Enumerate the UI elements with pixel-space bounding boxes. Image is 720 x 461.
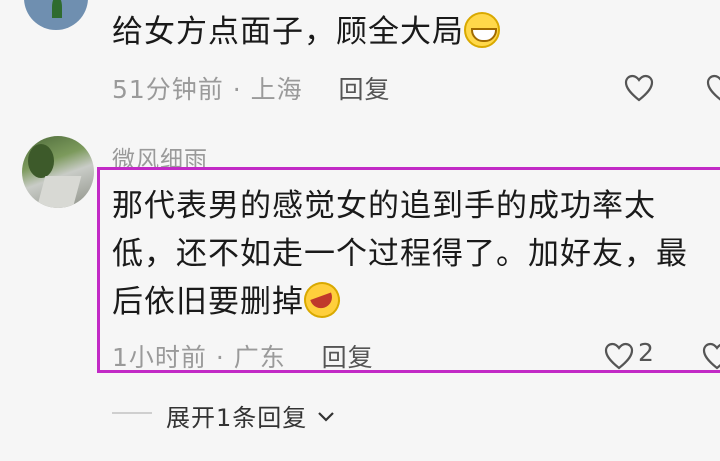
avatar[interactable]: [22, 136, 94, 208]
like-count: 2: [638, 338, 654, 367]
meta-separator: ·: [215, 343, 225, 372]
comment-line: 低，还不如走一个过程得了。加好友，最: [112, 236, 688, 272]
expand-replies-button[interactable]: 展开1条回复: [166, 398, 336, 433]
comment-text-content: 给女方点面子，顾全大局: [112, 14, 464, 50]
comment-location: 上海: [250, 75, 303, 104]
comment-time: 1小时前: [112, 343, 207, 372]
reply-button[interactable]: 回复: [338, 75, 390, 104]
avatar-tree-graphic: [28, 144, 54, 178]
meta-separator: ·: [232, 75, 242, 104]
divider: [112, 412, 152, 414]
reply-button[interactable]: 回复: [322, 343, 374, 372]
comment-meta: 51分钟前 · 上海 回复: [112, 70, 391, 106]
comment-text: 那代表男的感觉女的追到手的成功率太 低，还不如走一个过程得了。加好友，最 后依旧…: [112, 182, 720, 326]
grinning-face-emoji: [464, 12, 500, 48]
like-heart-icon[interactable]: [624, 74, 654, 102]
comment-text: 给女方点面子，顾全大局: [112, 8, 500, 56]
comment-meta: 1小时前 · 广东 回复: [112, 338, 374, 374]
avatar[interactable]: [24, 0, 88, 30]
comment-time: 51分钟前: [112, 75, 224, 104]
dislike-heart-icon[interactable]: [706, 74, 720, 102]
comment-line: 后依旧要删掉: [112, 284, 304, 320]
like-heart-icon[interactable]: [604, 342, 634, 370]
dislike-heart-icon[interactable]: [702, 342, 720, 370]
comment-line: 那代表男的感觉女的追到手的成功率太: [112, 188, 656, 224]
chevron-down-icon: [318, 412, 334, 422]
laughing-tears-emoji: [298, 276, 346, 324]
comment-location: 广东: [233, 343, 286, 372]
avatar-road-graphic: [34, 176, 82, 208]
avatar-leaf-graphic: [52, 0, 62, 18]
expand-replies-label: 展开1条回复: [166, 404, 308, 432]
